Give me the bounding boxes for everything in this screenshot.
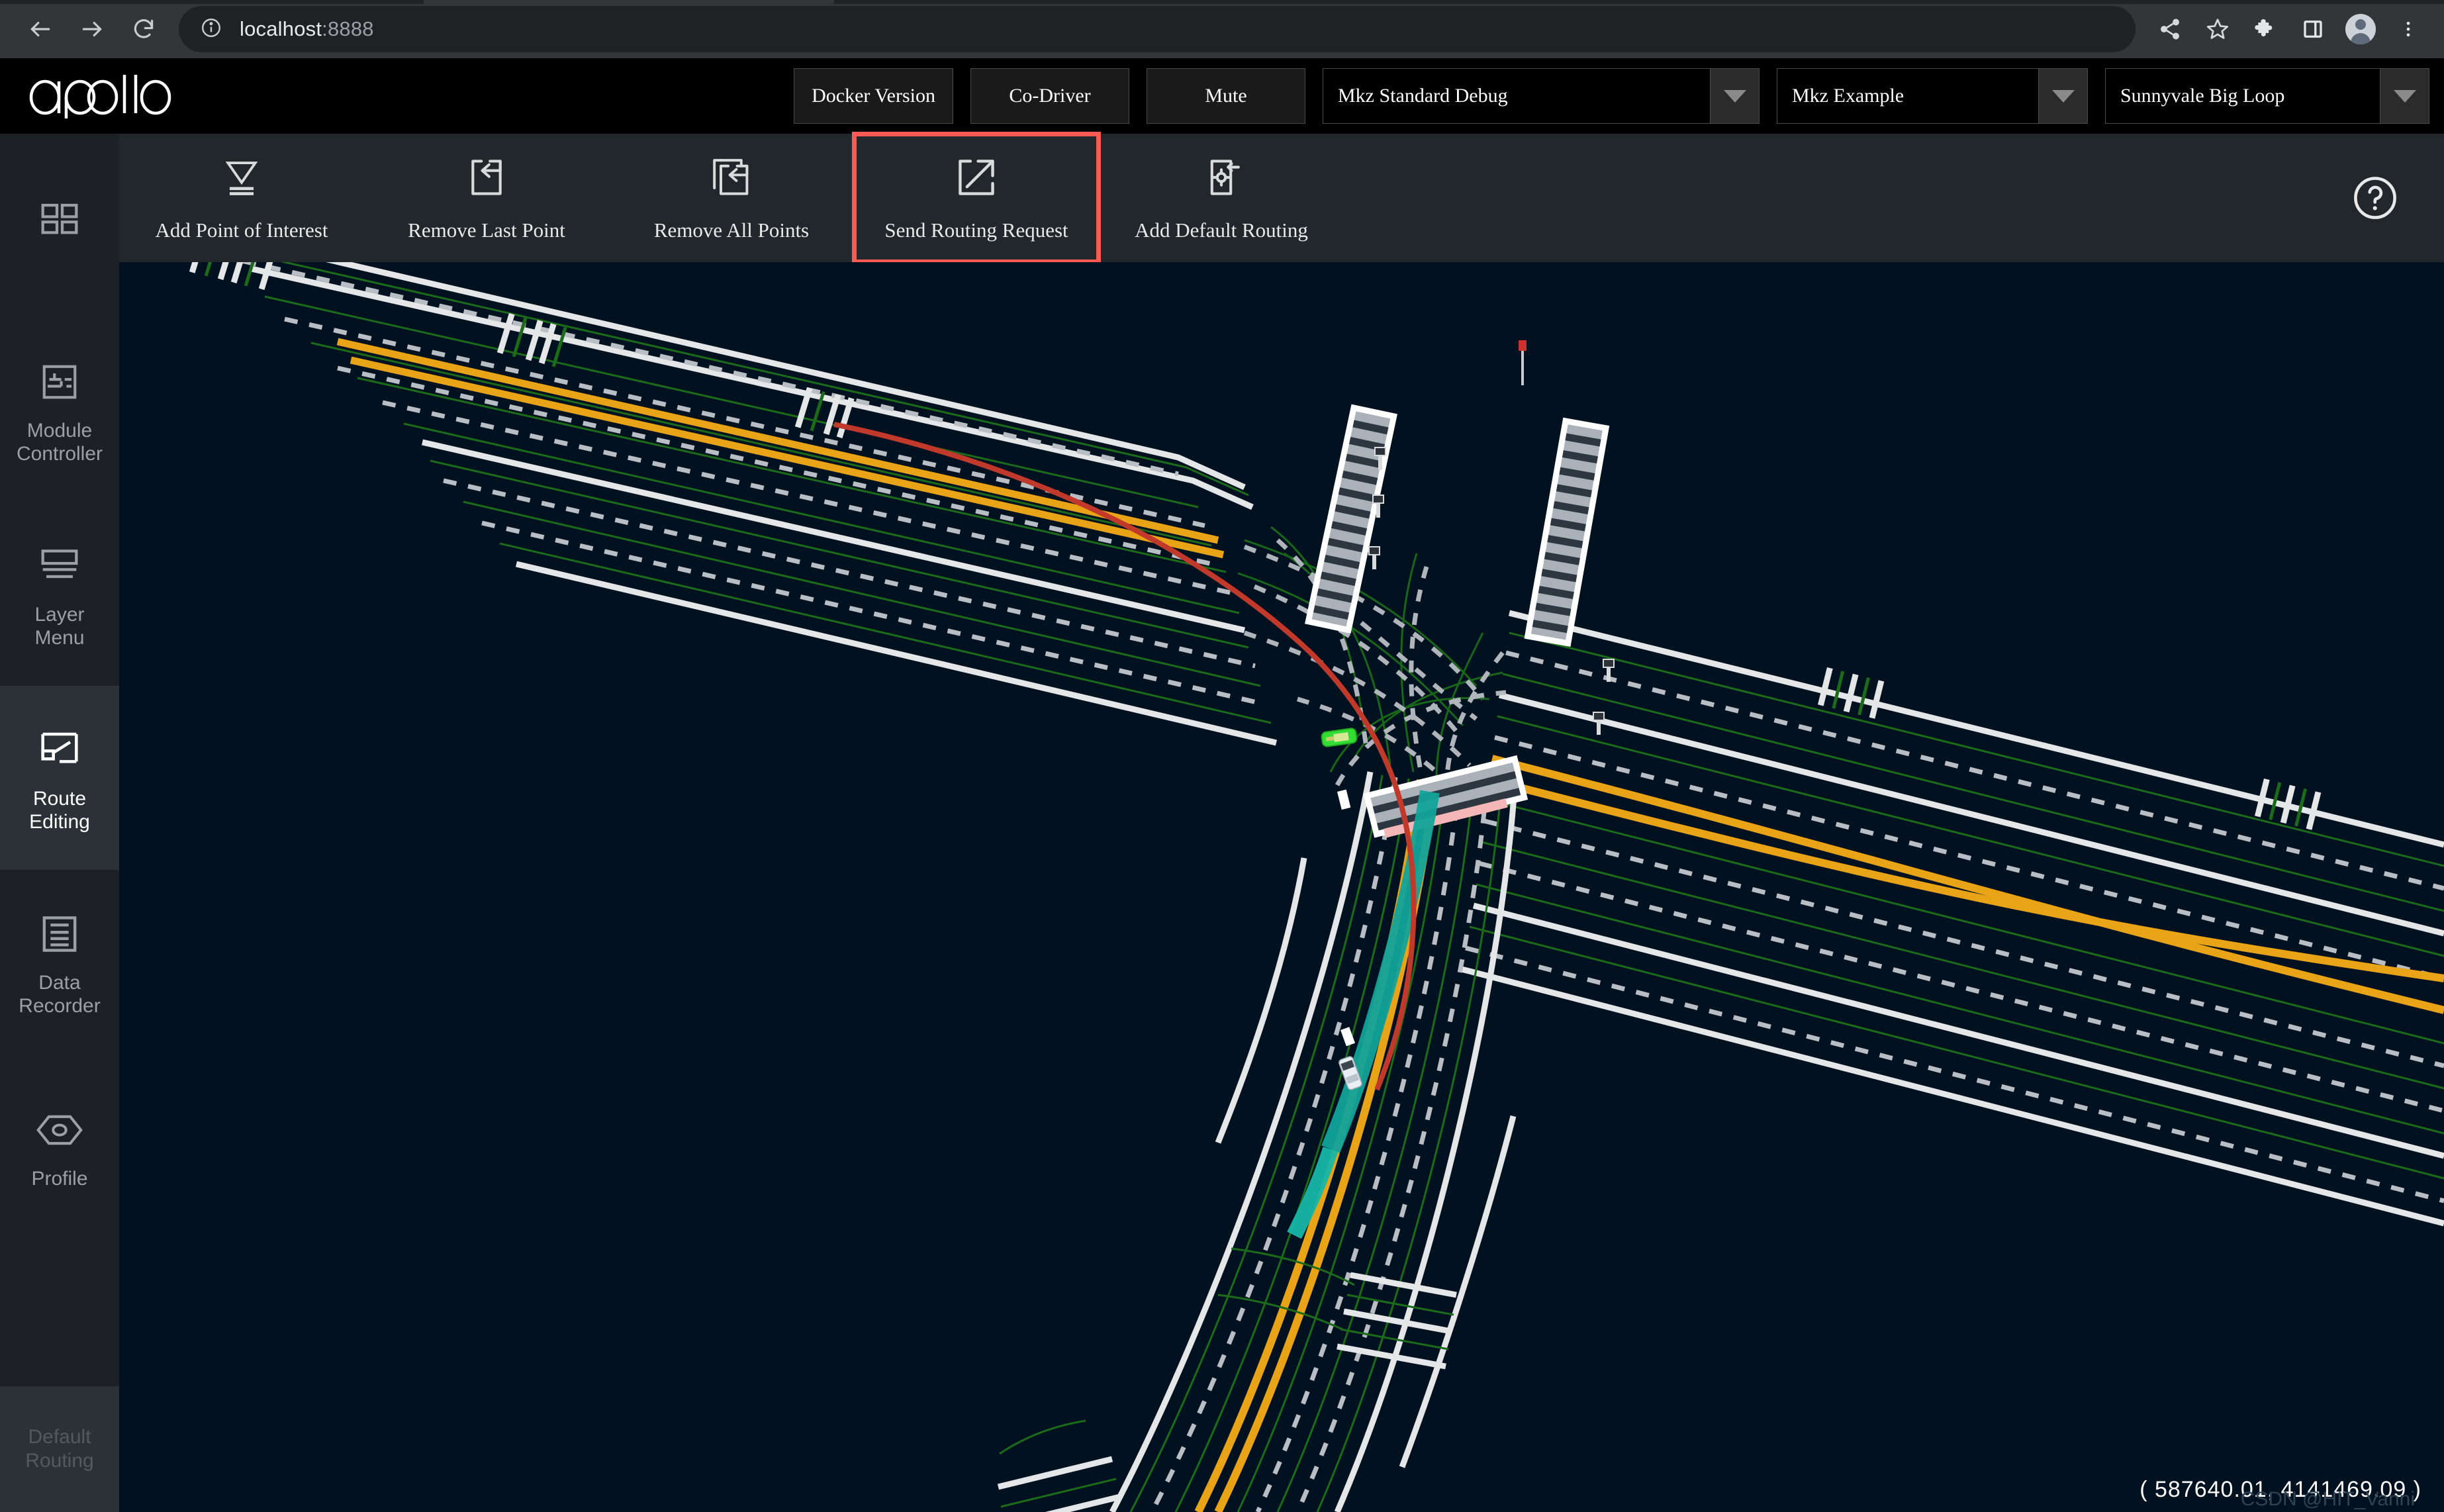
tool-label: Send Routing Request (884, 218, 1068, 242)
app-header: Docker Version Co-Driver Mute Mkz Standa… (0, 58, 2444, 134)
sidebar-item-label: Data Recorder (19, 972, 101, 1017)
sidebar-item-data-recorder[interactable]: Data Recorder (0, 870, 119, 1054)
tool-label: Remove All Points (653, 218, 810, 242)
remove-last-point-icon (466, 154, 507, 201)
sidebar-item-label: Layer Menu (34, 604, 85, 649)
tool-label: Add Default Routing (1135, 218, 1308, 242)
side-panel-icon[interactable] (2289, 5, 2337, 53)
back-button[interactable] (15, 3, 66, 55)
profile-avatar-icon[interactable] (2337, 5, 2384, 53)
road-northeast (1460, 610, 2444, 1227)
remove-all-points-icon (710, 154, 753, 201)
road-south (1109, 771, 1518, 1512)
layers-icon (38, 538, 81, 594)
browser-actions (2146, 5, 2444, 53)
vehicle-select[interactable]: Mkz Example (1777, 68, 2088, 124)
module-controller-icon (39, 354, 80, 410)
reload-button[interactable] (118, 3, 169, 55)
browser-chrome: localhost:8888 (0, 0, 2444, 58)
tab-strip (0, 0, 2444, 4)
vehicle-select-value: Mkz Example (1792, 85, 1904, 107)
share-icon[interactable] (2146, 5, 2194, 53)
apollo-logo (25, 71, 191, 122)
map-layers (189, 262, 2444, 1512)
three-dot-menu-icon[interactable] (2384, 5, 2432, 53)
crosswalk-west (1305, 404, 1397, 634)
sidebar-item-label: Module Controller (16, 420, 103, 465)
add-point-icon (221, 154, 262, 201)
sidebar-item-profile[interactable]: Profile (0, 1054, 119, 1238)
default-routing-button[interactable]: Default Routing (0, 1386, 119, 1512)
add-default-routing-icon (1201, 154, 1242, 201)
hd-map-viewport[interactable]: ( 587640.01, 4141469.09 ) CSDN @HIT_Vann… (119, 262, 2444, 1512)
tool-label: Add Point of Interest (155, 218, 328, 242)
chevron-down-icon[interactable] (2038, 69, 2087, 123)
sidebar-item-route-editing[interactable]: Route Editing (0, 686, 119, 870)
help-question-icon[interactable] (2345, 167, 2406, 228)
intersection-lane-guides (1237, 526, 1507, 807)
bookmark-star-icon[interactable] (2194, 5, 2241, 53)
url-text: localhost:8888 (240, 17, 374, 40)
road-markings-northwest (189, 262, 855, 439)
sidebar-item-label: Route Editing (29, 788, 90, 833)
sidebar-item-tasks[interactable] (0, 134, 119, 318)
route-editing-toolbar: Add Point of Interest Remove Last Point (119, 132, 2444, 264)
road-spur-west (997, 1419, 1121, 1512)
sidebar-item-label: Profile (31, 1167, 88, 1190)
chevron-down-icon[interactable] (1710, 69, 1759, 123)
mode-select[interactable]: Mkz Standard Debug (1323, 68, 1760, 124)
docker-version-button[interactable]: Docker Version (794, 68, 953, 124)
road-northwest (237, 262, 1278, 746)
add-point-of-interest-button[interactable]: Add Point of Interest (119, 134, 364, 262)
mute-button[interactable]: Mute (1147, 68, 1305, 124)
send-routing-request-button[interactable]: Send Routing Request (852, 132, 1101, 264)
profile-hex-icon (36, 1102, 83, 1158)
address-bar[interactable]: localhost:8888 (179, 6, 2136, 52)
chevron-down-icon[interactable] (2380, 69, 2429, 123)
mode-select-value: Mkz Standard Debug (1338, 85, 1508, 107)
route-editing-icon (38, 722, 81, 779)
sidebar-item-module-controller[interactable]: Module Controller (0, 318, 119, 502)
remove-last-point-button[interactable]: Remove Last Point (364, 134, 609, 262)
forward-button[interactable] (66, 3, 118, 55)
tool-label: Remove Last Point (408, 218, 565, 242)
sidebar-item-layer-menu[interactable]: Layer Menu (0, 502, 119, 686)
map-select-value: Sunnyvale Big Loop (2120, 85, 2285, 107)
browser-tab[interactable] (424, 0, 834, 4)
add-default-routing-button[interactable]: Add Default Routing (1099, 134, 1344, 262)
crosswalk-east (1524, 417, 1610, 647)
document-lines-icon (40, 906, 79, 963)
send-routing-request-icon (956, 154, 997, 201)
ego-vehicle-marker (1321, 728, 1358, 747)
sidebar: Module Controller Layer Menu Route Editing (0, 134, 119, 1512)
header-controls: Docker Version Co-Driver Mute Mkz Standa… (794, 68, 2444, 124)
road-markings-northeast (1817, 667, 2322, 830)
site-info-icon[interactable] (200, 17, 222, 42)
hd-map-render (189, 262, 2444, 1512)
grid-tiles-icon (38, 193, 81, 250)
map-select[interactable]: Sunnyvale Big Loop (2105, 68, 2429, 124)
extensions-puzzle-icon[interactable] (2241, 5, 2289, 53)
watermark-text: CSDN @HIT_Vanni (2240, 1488, 2415, 1510)
co-driver-button[interactable]: Co-Driver (970, 68, 1129, 124)
remove-all-points-button[interactable]: Remove All Points (609, 134, 854, 262)
